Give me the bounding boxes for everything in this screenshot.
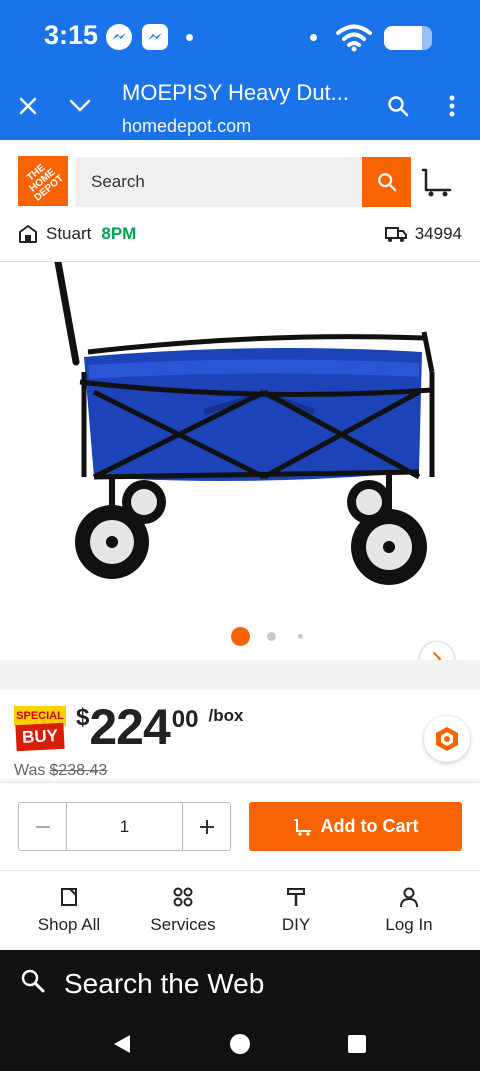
cart-icon (293, 818, 311, 836)
floating-assistant-button[interactable] (424, 716, 470, 762)
store-hours: 8PM (101, 224, 137, 243)
price-dollars: 224 (89, 699, 170, 755)
store-name: Stuart (46, 224, 92, 243)
was-price-value: $238.43 (49, 762, 108, 779)
chevron-down-icon (69, 99, 91, 112)
minimize-button[interactable] (64, 90, 96, 122)
status-dot-icon (310, 34, 317, 41)
carousel-dot[interactable] (267, 632, 276, 641)
notification-dot-icon (186, 34, 193, 41)
messenger-notification-icon (106, 24, 132, 50)
price-currency: $ (76, 704, 90, 731)
nav-shop-all-label: Shop All (37, 915, 101, 934)
web-search-bar[interactable]: Search the Web (0, 950, 480, 1016)
search-icon (388, 96, 409, 117)
hexagon-icon (436, 727, 458, 751)
services-icon (173, 887, 193, 907)
decrease-quantity-button[interactable] (19, 803, 67, 850)
nav-shop-all[interactable]: Shop All (9, 885, 129, 935)
delivery-zip-selector[interactable]: 34994 (384, 222, 462, 246)
status-time: 3:15 (44, 20, 99, 50)
home-icon[interactable] (228, 1032, 252, 1056)
page-url[interactable]: homedepot.com (122, 116, 251, 137)
site-header: THE HOME DEPOT Search Stuart 8PM 34994 (0, 140, 480, 262)
plus-icon (199, 819, 214, 834)
more-vertical-icon (449, 95, 455, 117)
web-search-label: Search the Web (64, 968, 265, 999)
more-options-button[interactable] (436, 90, 468, 122)
price-section: SPECIAL BUY $ 224 00 /box Was $238.43 (0, 690, 480, 782)
carousel-dot[interactable] (298, 634, 303, 639)
price-unit: /box (208, 706, 244, 725)
messenger-app-icon (142, 24, 168, 50)
find-in-page-button[interactable] (382, 90, 414, 122)
back-icon[interactable] (110, 1032, 134, 1056)
search-icon (21, 969, 45, 993)
bottom-navigation: Shop All Services DIY Log In (0, 870, 480, 950)
increase-quantity-button[interactable] (182, 803, 230, 850)
was-label: Was (14, 762, 46, 779)
battery-icon (384, 26, 432, 50)
search-input[interactable]: Search (76, 157, 362, 207)
home-depot-logo[interactable]: THE HOME DEPOT (18, 156, 68, 206)
carousel-indicators (0, 626, 480, 646)
quantity-stepper: 1 (18, 802, 231, 851)
was-price: Was $238.43 (14, 762, 107, 780)
nav-diy-label: DIY (281, 915, 311, 934)
product-image-carousel[interactable] (0, 262, 480, 677)
status-bar: 3:15 (0, 0, 480, 72)
cart-icon[interactable] (420, 164, 454, 198)
close-icon (19, 97, 37, 115)
system-navigation-bar (0, 1016, 480, 1071)
diy-icon (287, 888, 305, 906)
recents-icon[interactable] (345, 1032, 369, 1056)
minus-icon (35, 825, 50, 828)
product-image[interactable] (14, 262, 466, 612)
quantity-input[interactable]: 1 (67, 803, 182, 850)
nav-log-in[interactable]: Log In (349, 885, 469, 935)
add-to-cart-bar: 1 Add to Cart (0, 782, 480, 870)
add-to-cart-label: Add to Cart (320, 816, 419, 836)
carousel-dot-active[interactable] (231, 627, 250, 646)
truck-icon (384, 227, 407, 242)
price-cents: 00 (171, 706, 199, 733)
wifi-icon (336, 24, 372, 52)
nav-services[interactable]: Services (123, 885, 243, 935)
price-display: $ 224 00 /box (76, 702, 243, 752)
section-divider (0, 660, 480, 690)
close-tab-button[interactable] (12, 90, 44, 122)
nav-log-in-label: Log In (385, 915, 433, 934)
store-icon (19, 225, 37, 243)
store-selector[interactable]: Stuart 8PM (18, 222, 136, 246)
nav-diy[interactable]: DIY (236, 885, 356, 935)
delivery-zip: 34994 (414, 224, 462, 243)
search-button[interactable] (362, 157, 411, 207)
page-title: MOEPISY Heavy Dut... (122, 80, 350, 105)
search-icon (377, 173, 396, 192)
shop-all-icon (61, 888, 77, 906)
user-icon (400, 887, 418, 908)
browser-toolbar: MOEPISY Heavy Dut... homedepot.com (0, 72, 480, 140)
logo-text: THE HOME DEPOT (25, 162, 66, 204)
special-buy-badge[interactable]: SPECIAL BUY (14, 706, 66, 752)
special-badge-bottom: BUY (15, 722, 65, 752)
nav-services-label: Services (150, 915, 216, 934)
add-to-cart-button[interactable]: Add to Cart (249, 802, 462, 851)
